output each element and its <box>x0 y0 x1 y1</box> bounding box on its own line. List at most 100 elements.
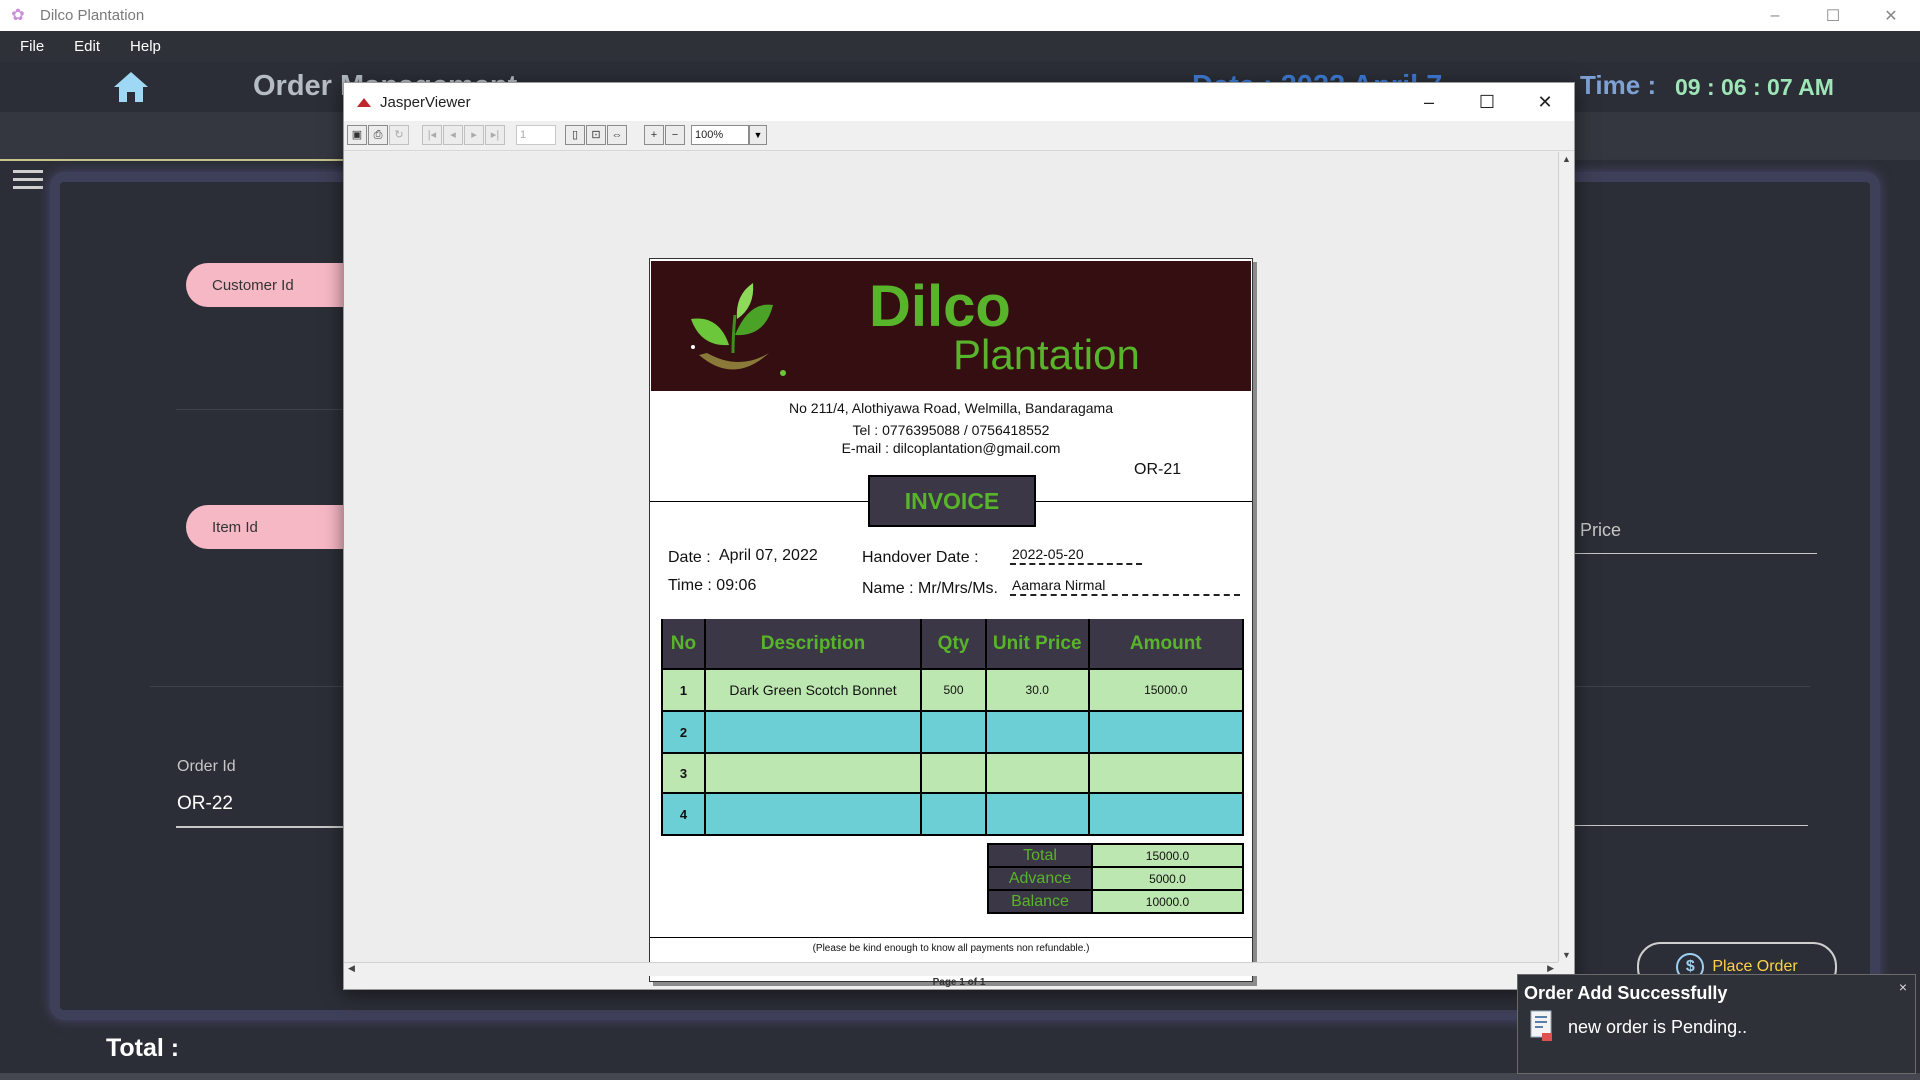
last-page-icon[interactable]: ▸| <box>485 125 505 145</box>
column-header: Qty <box>920 619 987 669</box>
fit-width-icon[interactable]: ⇔ <box>607 125 627 145</box>
jasper-title: JasperViewer <box>380 93 471 111</box>
order-id-label: Order Id <box>177 758 236 775</box>
app-title: Dilco Plantation <box>40 7 145 24</box>
zoom-select[interactable]: 100% <box>691 125 749 145</box>
close-icon[interactable]: ✕ <box>1862 0 1920 31</box>
hamburger-menu-icon[interactable] <box>13 170 43 194</box>
handover-date-value: 2022-05-20 <box>1012 546 1084 562</box>
report-canvas: Dilco Plantation No 211/4, Alothiyawa Ro… <box>344 152 1558 982</box>
customer-id-button[interactable]: Customer Id <box>186 263 366 307</box>
item-description <box>703 710 923 754</box>
minimize-icon[interactable]: – <box>1400 83 1458 121</box>
divider <box>650 937 1252 938</box>
horizontal-scrollbar[interactable]: ◀ ▶ <box>344 962 1558 976</box>
price-field-underline <box>1575 553 1817 554</box>
maximize-icon[interactable]: ☐ <box>1804 0 1862 31</box>
total-label: Total <box>987 843 1093 868</box>
order-id-field[interactable]: OR-22 <box>177 793 233 815</box>
column-header: No <box>661 619 706 669</box>
company-address: No 211/4, Alothiyawa Road, Welmilla, Ban… <box>789 400 1113 416</box>
item-qty <box>920 792 987 836</box>
minimize-icon[interactable]: – <box>1746 0 1804 31</box>
summary-row: Advance 5000.0 <box>987 866 1244 891</box>
scroll-right-icon[interactable]: ▶ <box>1547 963 1554 974</box>
table-row: 3 <box>661 752 1245 794</box>
app-titlebar: ✿ Dilco Plantation – ☐ ✕ <box>0 0 1920 31</box>
zoom-in-icon[interactable]: + <box>644 125 664 145</box>
item-qty <box>920 752 987 794</box>
column-header: Amount <box>1087 619 1245 669</box>
next-page-icon[interactable]: ▸ <box>464 125 484 145</box>
menu-help[interactable]: Help <box>130 38 161 55</box>
company-email: E-mail : dilcoplantation@gmail.com <box>841 440 1061 456</box>
row-number: 4 <box>661 792 706 836</box>
menu-edit[interactable]: Edit <box>74 38 100 55</box>
total-label: Total : <box>106 1034 180 1062</box>
row-number: 3 <box>661 752 706 794</box>
time-label: Time : <box>1580 70 1657 100</box>
item-qty <box>920 710 987 754</box>
invoice-items-table: No Description Qty Unit Price Amount 1 D… <box>661 619 1245 836</box>
invoice-footnote: (Please be kind enough to know all payme… <box>812 943 1090 954</box>
column-header: Description <box>703 619 923 669</box>
page-status: Page 1 of 1 <box>932 977 986 988</box>
summary-row: Balance 10000.0 <box>987 889 1244 914</box>
scroll-up-icon[interactable]: ▲ <box>1562 154 1571 164</box>
table-row: 4 <box>661 792 1245 836</box>
home-icon[interactable] <box>112 70 150 104</box>
item-qty: 500 <box>920 668 987 712</box>
jasper-window-controls: – ☐ ✕ <box>1400 83 1574 121</box>
advance-value: 5000.0 <box>1091 866 1244 891</box>
zoom-out-icon[interactable]: − <box>665 125 685 145</box>
plant-logo-icon <box>691 283 786 376</box>
maximize-icon[interactable]: ☐ <box>1458 83 1516 121</box>
app-logo-icon: ✿ <box>11 6 25 24</box>
previous-page-icon[interactable]: ◂ <box>443 125 463 145</box>
table-row: 2 <box>661 710 1245 754</box>
fit-page-icon[interactable]: ⊡ <box>586 125 606 145</box>
page-number-input[interactable]: 1 <box>516 125 556 145</box>
field-underline <box>1575 825 1808 826</box>
customer-name-line <box>1010 594 1240 596</box>
handover-date-line <box>1010 563 1142 565</box>
first-page-icon[interactable]: |◂ <box>422 125 442 145</box>
actual-size-icon[interactable]: ▯ <box>565 125 585 145</box>
scroll-left-icon[interactable]: ◀ <box>348 963 355 974</box>
time-value: 09 : 06 : 07 AM <box>1675 74 1834 100</box>
item-description <box>703 792 923 836</box>
reload-icon[interactable]: ↻ <box>389 125 409 145</box>
item-id-button[interactable]: Item Id <box>186 505 366 549</box>
invoice-summary-table: Total 15000.0 Advance 5000.0 Balance 100… <box>987 843 1244 914</box>
scroll-down-icon[interactable]: ▼ <box>1562 950 1571 960</box>
notification-title: Order Add Successfully <box>1524 983 1728 1003</box>
invoice-order-number: OR-21 <box>1134 461 1182 478</box>
row-number: 1 <box>661 668 706 712</box>
item-unit-price <box>984 710 1090 754</box>
summary-row: Total 15000.0 <box>987 843 1244 868</box>
item-unit-price: 30.0 <box>984 668 1090 712</box>
notification-toast[interactable]: Order Add Successfully × new order is Pe… <box>1517 974 1916 1074</box>
invoice-heading: INVOICE <box>868 475 1036 527</box>
row-number: 2 <box>661 710 706 754</box>
close-icon[interactable]: ✕ <box>1516 83 1574 121</box>
jasper-toolbar: ▣ ⎙ ↻ |◂ ◂ ▸ ▸| 1 ▯ ⊡ ⇔ + − 100% ▼ <box>344 121 1574 151</box>
bottom-bar <box>0 1073 1920 1080</box>
chevron-down-icon[interactable]: ▼ <box>749 125 767 145</box>
customer-name-label: Name : Mr/Mrs/Ms. <box>862 580 998 597</box>
save-icon[interactable]: ▣ <box>347 125 367 145</box>
item-unit-price <box>984 792 1090 836</box>
item-amount <box>1087 792 1245 836</box>
table-row: 1 Dark Green Scotch Bonnet 500 30.0 1500… <box>661 668 1245 712</box>
print-icon[interactable]: ⎙ <box>368 125 388 145</box>
order-id-underline <box>176 826 346 828</box>
item-description: Dark Green Scotch Bonnet <box>703 668 923 712</box>
menubar: File Edit Help <box>0 31 1920 62</box>
item-amount: 15000.0 <box>1087 668 1245 712</box>
vertical-scrollbar[interactable]: ▲ ▼ <box>1558 152 1574 962</box>
invoice-banner: Dilco Plantation <box>651 261 1251 391</box>
menu-file[interactable]: File <box>20 38 44 55</box>
price-label: Price <box>1580 520 1622 540</box>
item-unit-price <box>984 752 1090 794</box>
close-icon[interactable]: × <box>1899 979 1907 995</box>
